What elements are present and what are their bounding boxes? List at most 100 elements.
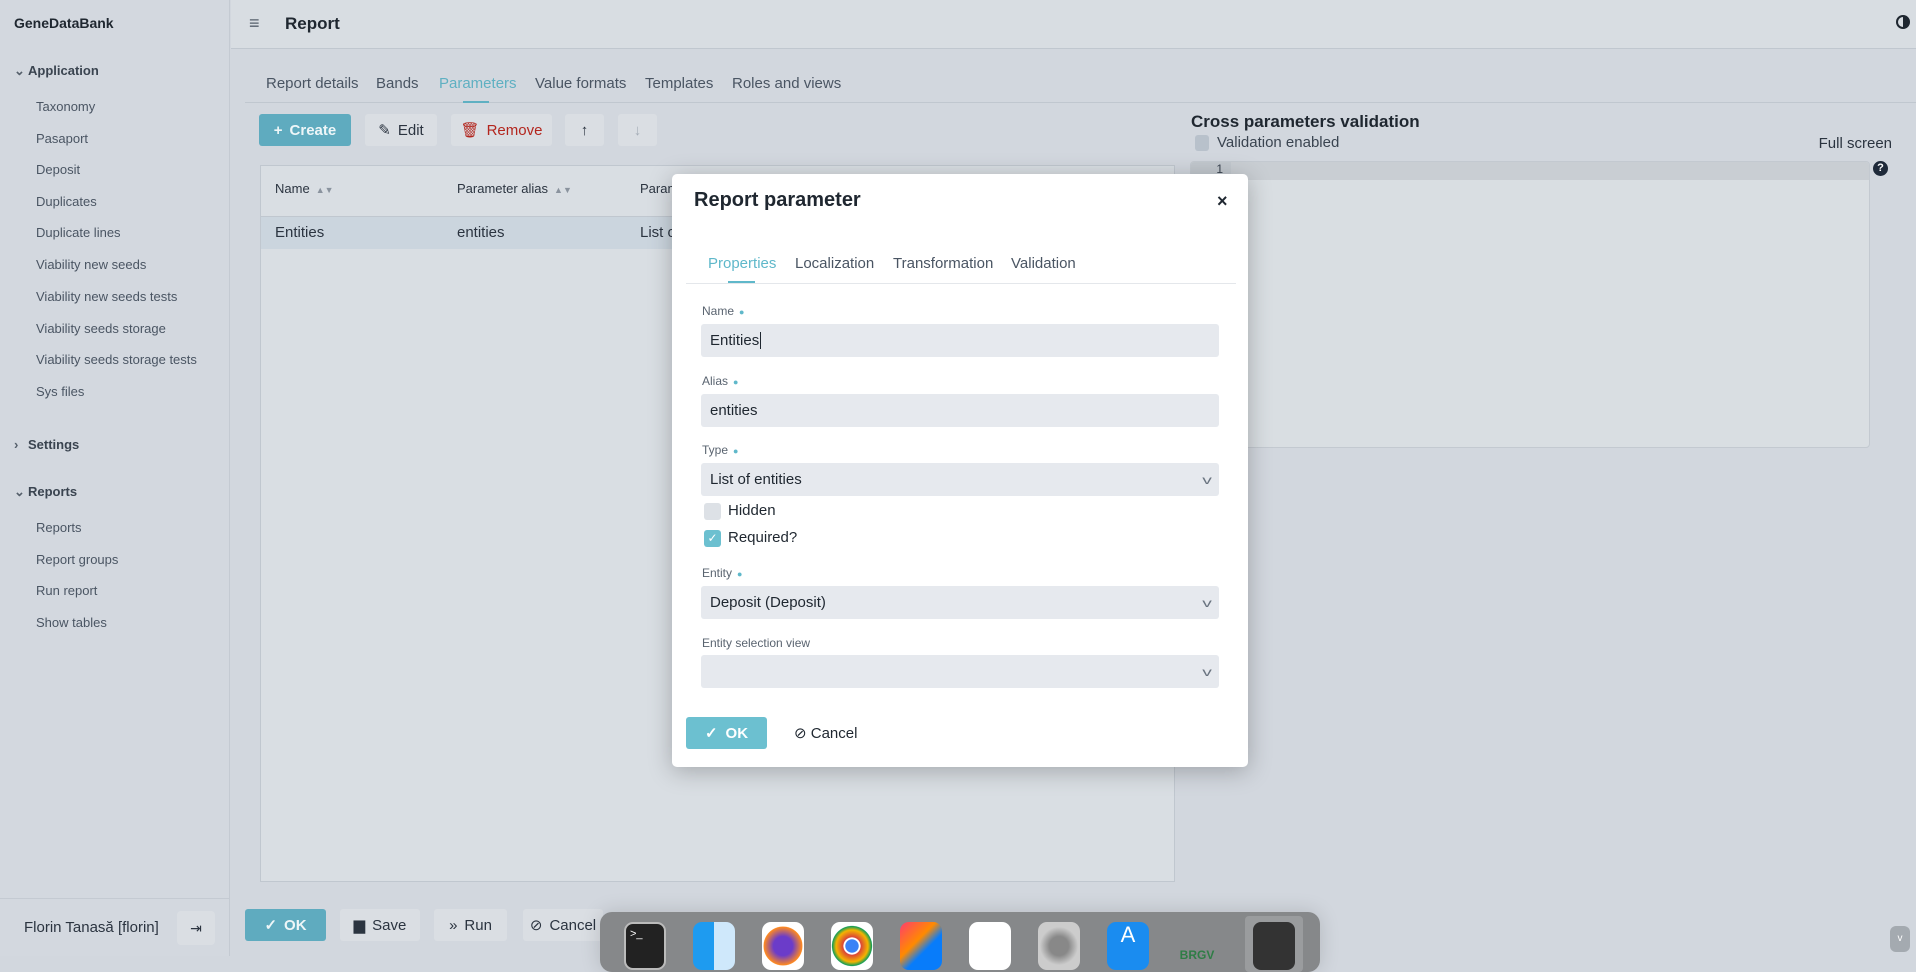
run-button[interactable]: » Run (434, 909, 507, 941)
tab-roles-and-views[interactable]: Roles and views (732, 75, 841, 92)
check-icon: ✓ (707, 531, 718, 545)
dialog-cancel-button[interactable]: ⊘ Cancel (794, 724, 857, 742)
app-brand: GeneDataBank (14, 15, 114, 31)
sidebar-item-sys-files[interactable]: Sys files (36, 384, 84, 399)
sidebar-item-taxonomy[interactable]: Taxonomy (36, 99, 95, 114)
archive-icon: ▆ (353, 917, 366, 934)
save-button[interactable]: ▆ Save (340, 909, 420, 941)
sidebar: GeneDataBank ⌄ Application Taxonomy Pasap… (0, 0, 230, 956)
dock: >_ A BRGV (600, 912, 1320, 972)
tabs-divider (245, 102, 1916, 103)
page-title: Report (285, 14, 340, 33)
firefox-icon[interactable] (762, 922, 804, 970)
close-icon[interactable]: × (1217, 191, 1228, 212)
tab-parameters[interactable]: Parameters (439, 75, 517, 92)
validation-enabled-label: Validation enabled (1217, 134, 1340, 151)
double-chevron-right-icon: » (449, 916, 458, 934)
dialog-title: Report parameter (694, 189, 861, 211)
sidebar-item-viability-new-seeds[interactable]: Viability new seeds (36, 257, 146, 272)
logout-icon: ⇥ (190, 919, 202, 936)
brgv-icon[interactable]: BRGV (1176, 922, 1218, 970)
sidebar-item-viability-seeds-storage-tests[interactable]: Viability seeds storage tests (36, 352, 197, 367)
sidebar-item-run-report[interactable]: Run report (36, 583, 97, 598)
validation-script-editor[interactable]: 1 (1190, 161, 1870, 448)
screenshot-icon[interactable] (1245, 916, 1303, 972)
dialog-ok-button[interactable]: ✓ OK (686, 717, 767, 749)
hidden-checkbox[interactable] (704, 503, 721, 520)
sidebar-item-deposit[interactable]: Deposit (36, 162, 80, 177)
cancel-icon: ⊘ (794, 725, 807, 742)
sidebar-item-report-groups[interactable]: Report groups (36, 552, 118, 567)
cancel-icon: ⊘ (529, 917, 543, 934)
chevron-down-icon: v (1202, 472, 1212, 487)
sidebar-item-duplicates[interactable]: Duplicates (36, 194, 97, 209)
sidebar-section-application[interactable]: ⌄ Application (14, 63, 99, 79)
remove-button[interactable]: 🗑 Remove (451, 114, 552, 146)
app-store-icon[interactable]: A (1107, 922, 1149, 970)
sidebar-item-show-tables[interactable]: Show tables (36, 615, 107, 630)
entity-selection-view-select[interactable]: v (701, 655, 1219, 688)
finder-icon[interactable] (693, 922, 735, 970)
tab-validation[interactable]: Validation (1011, 255, 1076, 272)
contrast-icon[interactable] (1896, 15, 1910, 29)
create-button[interactable]: + Create (259, 114, 351, 146)
cancel-button[interactable]: ⊘ Cancel (523, 909, 603, 941)
pencil-icon: ✎ (378, 122, 391, 139)
help-icon[interactable]: ? (1873, 161, 1888, 176)
tab-value-formats[interactable]: Value formats (535, 75, 626, 92)
dbeaver-icon[interactable] (969, 922, 1011, 970)
column-header-name[interactable]: Name ▲▼ (275, 181, 334, 196)
alias-label: Alias ● (702, 374, 739, 388)
tab-templates[interactable]: Templates (645, 75, 713, 92)
system-settings-icon[interactable] (1038, 922, 1080, 970)
cell-name: Entities (275, 224, 325, 241)
column-header-alias[interactable]: Parameter alias ▲▼ (457, 181, 572, 196)
sort-icon: ▲▼ (315, 185, 334, 195)
sidebar-item-viability-seeds-storage[interactable]: Viability seeds storage (36, 321, 166, 336)
required-checkbox[interactable]: ✓ (704, 530, 721, 547)
intellij-icon[interactable] (900, 922, 942, 970)
chevron-down-icon: ⌄ (14, 63, 25, 78)
alias-input[interactable]: entities (701, 394, 1219, 427)
name-label: Name ● (702, 304, 745, 318)
chevron-down-icon: ⌄ (14, 484, 25, 499)
entity-label: Entity ● (702, 566, 743, 580)
user-name: Florin Tanasă [florin] (24, 919, 159, 936)
active-tab-indicator (463, 101, 489, 103)
tab-transformation[interactable]: Transformation (893, 255, 993, 272)
full-screen-link[interactable]: Full screen (1819, 135, 1892, 152)
move-down-button[interactable]: ↓ (618, 114, 657, 146)
check-icon: ✓ (264, 917, 278, 934)
validation-enabled-checkbox[interactable] (1195, 135, 1209, 151)
menu-icon[interactable]: ≡ (249, 13, 260, 34)
sidebar-section-reports[interactable]: ⌄ Reports (14, 484, 77, 500)
ok-button[interactable]: ✓ OK (245, 909, 326, 941)
entity-select[interactable]: Deposit (Deposit) v (701, 586, 1219, 619)
tab-bands[interactable]: Bands (376, 75, 419, 92)
notification-icon[interactable]: v (1890, 926, 1910, 952)
type-label: Type ● (702, 443, 739, 457)
validation-title: Cross parameters validation (1191, 112, 1420, 131)
terminal-icon[interactable]: >_ (624, 922, 666, 970)
type-select[interactable]: List of entities v (701, 463, 1219, 496)
name-input[interactable]: Entities (701, 324, 1219, 357)
sidebar-item-pasaport[interactable]: Pasaport (36, 131, 88, 146)
arrow-up-icon: ↑ (580, 121, 589, 139)
entity-selection-view-label: Entity selection view (702, 636, 811, 650)
chrome-icon[interactable] (831, 922, 873, 970)
sidebar-section-settings[interactable]: › Settings (14, 437, 79, 452)
logout-button[interactable]: ⇥ (177, 911, 215, 945)
sidebar-item-duplicate-lines[interactable]: Duplicate lines (36, 225, 121, 240)
required-label: Required? (728, 529, 798, 546)
tab-localization[interactable]: Localization (795, 255, 874, 272)
tab-properties[interactable]: Properties (708, 255, 776, 272)
tab-report-details[interactable]: Report details (266, 75, 359, 92)
move-up-button[interactable]: ↑ (565, 114, 604, 146)
sidebar-item-reports[interactable]: Reports (36, 520, 82, 535)
edit-button[interactable]: ✎ Edit (365, 114, 437, 146)
active-tab-indicator (728, 281, 755, 283)
header: ≡ Report (231, 0, 1916, 49)
sidebar-item-viability-new-seeds-tests[interactable]: Viability new seeds tests (36, 289, 177, 304)
trash-icon: 🗑 (460, 122, 480, 139)
chevron-right-icon: › (14, 437, 19, 452)
